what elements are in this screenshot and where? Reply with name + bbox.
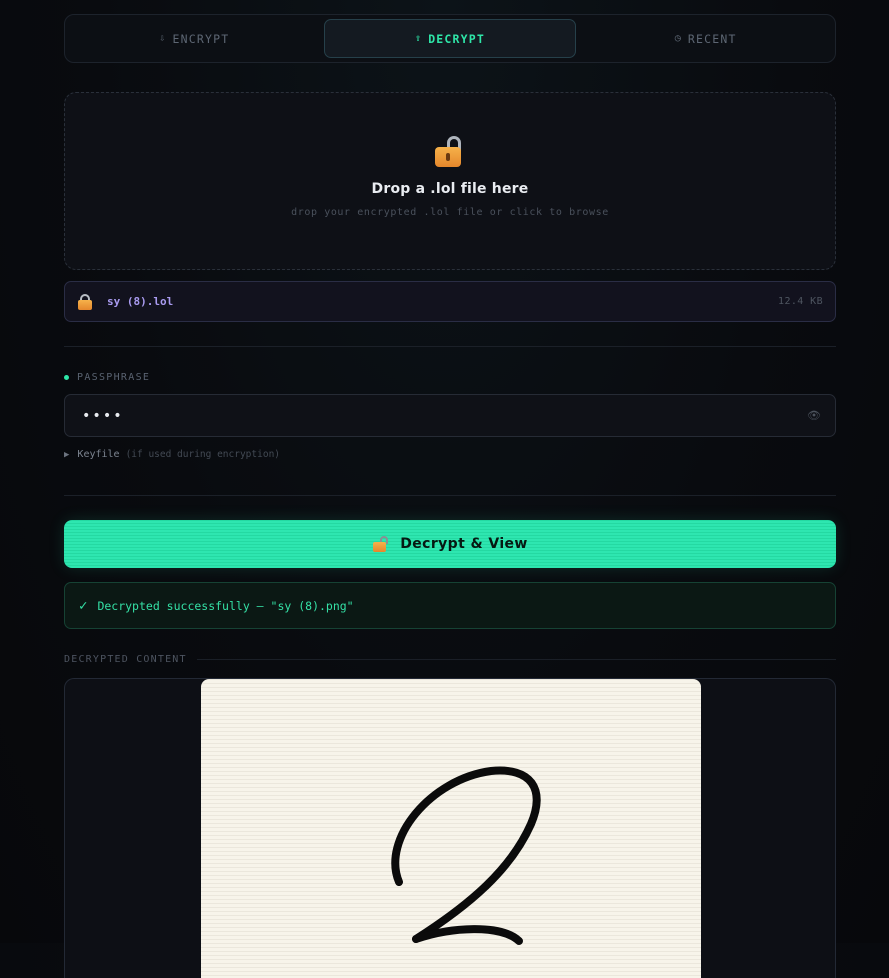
passphrase-label-text: PASSPHRASE [77,372,151,383]
tab-recent-label: RECENT [687,31,737,46]
handwritten-stroke [391,766,541,945]
section-title: DECRYPTED CONTENT [64,654,187,665]
success-text: Decrypted successfully — "sy (8).png" [97,598,354,613]
dropzone-subtitle: drop your encrypted .lol file or click t… [291,207,609,218]
keyfile-toggle[interactable]: ▶ Keyfile (if used during encryption) [64,449,836,460]
dropzone-title: Drop a .lol file here [371,181,529,197]
file-size: 12.4 KB [778,296,823,307]
triangle-right-icon: ▶ [64,449,70,460]
check-icon: ✓ [79,597,88,614]
section-line [196,659,836,660]
tab-encrypt[interactable]: ⇩ ENCRYPT [69,19,320,58]
eye-icon[interactable]: 👁 [807,409,821,422]
decrypt-view-button[interactable]: Decrypt & View [64,520,836,568]
success-message: ✓ Decrypted successfully — "sy (8).png" [64,582,836,629]
passphrase-input[interactable]: •••• 👁 [64,394,836,437]
decrypted-content-panel [64,678,836,978]
mode-tabs: ⇩ ENCRYPT ⇧ DECRYPT ◷ RECENT [64,14,836,63]
tab-recent[interactable]: ◷ RECENT [580,19,831,58]
keyfile-label: Keyfile [77,449,120,460]
padlock-icon [77,293,93,310]
decrypted-image [201,679,701,978]
unlocked-padlock-icon [433,135,467,169]
clock-icon: ◷ [674,33,682,44]
passphrase-value: •••• [82,407,124,424]
key-icon: ⇧ [414,33,423,44]
decrypted-content-header: DECRYPTED CONTENT [64,654,836,665]
decrypt-button-label: Decrypt & View [400,536,528,552]
unlocked-padlock-icon [372,536,390,552]
divider [64,346,836,347]
download-arrow-icon: ⇩ [159,33,167,44]
app-container: ⇩ ENCRYPT ⇧ DECRYPT ◷ RECENT Drop a .lol… [64,14,836,978]
passphrase-label: PASSPHRASE [64,372,836,383]
tab-decrypt[interactable]: ⇧ DECRYPT [323,19,577,58]
selected-file: sy (8).lol 12.4 KB [64,281,836,322]
tab-encrypt-label: ENCRYPT [172,31,230,46]
divider [64,495,836,496]
file-dropzone[interactable]: Drop a .lol file here drop your encrypte… [64,92,836,270]
file-name: sy (8).lol [107,295,174,308]
keyfile-hint: (if used during encryption) [125,449,281,460]
tab-decrypt-label: DECRYPT [428,31,486,46]
required-dot-icon [64,375,69,380]
